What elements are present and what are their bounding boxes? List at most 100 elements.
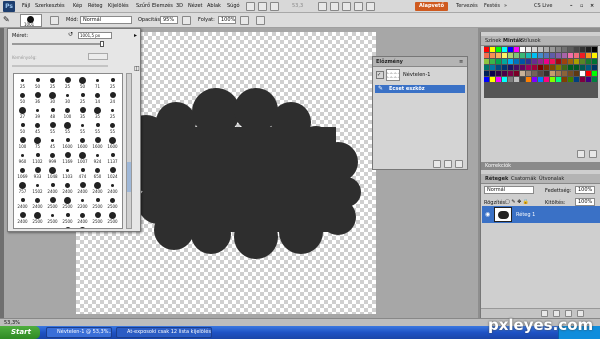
color-swatch[interactable] xyxy=(532,59,537,64)
brush-preset[interactable]: 2400 xyxy=(76,180,89,195)
brush-scrollbar[interactable] xyxy=(126,73,132,229)
brush-preset[interactable]: 2200 xyxy=(76,195,89,210)
menu-filter[interactable]: Szűrő xyxy=(136,3,150,9)
color-swatch[interactable] xyxy=(508,77,513,82)
color-swatch[interactable] xyxy=(484,53,489,58)
delete-swatch-icon[interactable] xyxy=(589,150,597,158)
color-swatch[interactable] xyxy=(484,59,489,64)
brush-preset[interactable]: 1103 xyxy=(61,165,74,180)
color-swatch[interactable] xyxy=(520,47,525,52)
color-swatch[interactable] xyxy=(484,47,489,52)
menu-select[interactable]: Kijelölés xyxy=(108,3,129,9)
history-brush-source-icon[interactable]: ✓ xyxy=(376,71,384,79)
brush-preset[interactable]: 25 xyxy=(76,90,89,105)
color-swatch[interactable] xyxy=(496,59,501,64)
pressure-opacity-icon[interactable] xyxy=(182,16,191,25)
color-swatch[interactable] xyxy=(490,59,495,64)
color-swatch[interactable] xyxy=(526,71,531,76)
brush-preset[interactable]: 50 xyxy=(16,90,29,105)
mode-select[interactable]: Normál xyxy=(80,16,132,24)
workspace-design[interactable]: Tervezés xyxy=(452,2,482,11)
color-swatch[interactable] xyxy=(484,77,489,82)
rotate-view-icon[interactable] xyxy=(342,2,351,11)
brush-preset[interactable]: 55 xyxy=(106,120,119,135)
color-swatch[interactable] xyxy=(568,59,573,64)
color-swatch[interactable] xyxy=(538,53,543,58)
arrange-docs-icon[interactable] xyxy=(354,2,363,11)
color-swatch[interactable] xyxy=(544,47,549,52)
menu-edit[interactable]: Szerkesztés xyxy=(35,3,65,9)
view-extras-icon[interactable] xyxy=(270,2,279,11)
color-swatch[interactable] xyxy=(538,59,543,64)
color-swatch[interactable] xyxy=(532,77,537,82)
menu-help[interactable]: Súgó xyxy=(227,3,240,9)
color-swatch[interactable] xyxy=(568,71,573,76)
airbrush-icon[interactable] xyxy=(240,16,249,25)
color-swatch[interactable] xyxy=(508,47,513,52)
history-menu-icon[interactable]: ≡ xyxy=(459,59,463,65)
bridge-icon[interactable] xyxy=(246,2,255,11)
brush-preset[interactable]: 757 xyxy=(16,180,29,195)
color-swatch[interactable] xyxy=(544,59,549,64)
brush-tool-icon[interactable]: ✎ xyxy=(3,16,12,25)
brush-preset[interactable]: 960 xyxy=(16,150,29,165)
menu-file[interactable]: Fájl xyxy=(22,3,30,9)
workspace-essentials[interactable]: Alapvető xyxy=(415,2,449,11)
brush-preset[interactable]: 45 xyxy=(46,135,59,150)
brush-preset[interactable]: 933 xyxy=(31,165,44,180)
color-swatch[interactable] xyxy=(580,47,585,52)
color-swatch[interactable] xyxy=(496,47,501,52)
size-field[interactable]: 1001,5 px xyxy=(78,32,112,39)
color-swatch[interactable] xyxy=(520,59,525,64)
color-swatch[interactable] xyxy=(580,71,585,76)
color-swatch[interactable] xyxy=(484,71,489,76)
color-swatch[interactable] xyxy=(502,47,507,52)
brush-preset[interactable]: 1600 xyxy=(61,135,74,150)
hardness-slider[interactable] xyxy=(12,65,108,67)
size-slider[interactable] xyxy=(12,43,104,45)
brush-preset[interactable]: 71 xyxy=(91,75,104,90)
color-swatch[interactable] xyxy=(514,65,519,70)
brush-preset[interactable]: 1024 xyxy=(106,165,119,180)
color-swatch[interactable] xyxy=(532,71,537,76)
brush-preset[interactable]: 2500 xyxy=(91,210,104,225)
brush-preset[interactable]: 25 xyxy=(16,75,29,90)
color-swatch[interactable] xyxy=(550,59,555,64)
color-swatch[interactable] xyxy=(526,77,531,82)
screen-mode-icon[interactable] xyxy=(366,2,375,11)
color-swatch[interactable] xyxy=(508,71,513,76)
color-swatch[interactable] xyxy=(544,65,549,70)
tab-history[interactable]: Előzmény xyxy=(376,59,403,65)
visibility-eye-icon[interactable]: ◉ xyxy=(485,211,490,218)
color-swatch[interactable] xyxy=(490,47,495,52)
color-swatch[interactable] xyxy=(586,47,591,52)
color-swatch[interactable] xyxy=(556,77,561,82)
brush-preset[interactable]: 1024 xyxy=(91,225,104,228)
pressure-size-icon[interactable] xyxy=(256,16,265,25)
color-swatch[interactable] xyxy=(526,47,531,52)
color-swatch[interactable] xyxy=(520,77,525,82)
brush-preset[interactable]: 999 xyxy=(46,150,59,165)
color-swatch[interactable] xyxy=(550,47,555,52)
color-swatch[interactable] xyxy=(508,65,513,70)
color-swatch[interactable] xyxy=(538,71,543,76)
color-swatch[interactable] xyxy=(556,53,561,58)
fill-field[interactable]: 100% xyxy=(575,198,595,206)
brush-preset[interactable]: 25 xyxy=(106,75,119,90)
brush-preset[interactable]: 45 xyxy=(31,120,44,135)
color-swatch[interactable] xyxy=(490,53,495,58)
lock-icons[interactable]: ▢ ✎ ✥ 🔒 xyxy=(505,199,529,205)
color-swatch[interactable] xyxy=(556,47,561,52)
color-swatch[interactable] xyxy=(562,71,567,76)
color-swatch[interactable] xyxy=(568,47,573,52)
blend-mode-select[interactable]: Normál xyxy=(484,186,534,194)
color-swatch[interactable] xyxy=(526,53,531,58)
tab-layers[interactable]: Rétegek xyxy=(485,176,508,182)
color-swatch[interactable] xyxy=(562,65,567,70)
tab-styles[interactable]: Stílusok xyxy=(521,38,541,44)
color-swatch[interactable] xyxy=(508,53,513,58)
color-swatch[interactable] xyxy=(532,65,537,70)
color-swatch[interactable] xyxy=(484,65,489,70)
color-swatch[interactable] xyxy=(574,59,579,64)
brush-preset[interactable]: 2500 xyxy=(31,210,44,225)
